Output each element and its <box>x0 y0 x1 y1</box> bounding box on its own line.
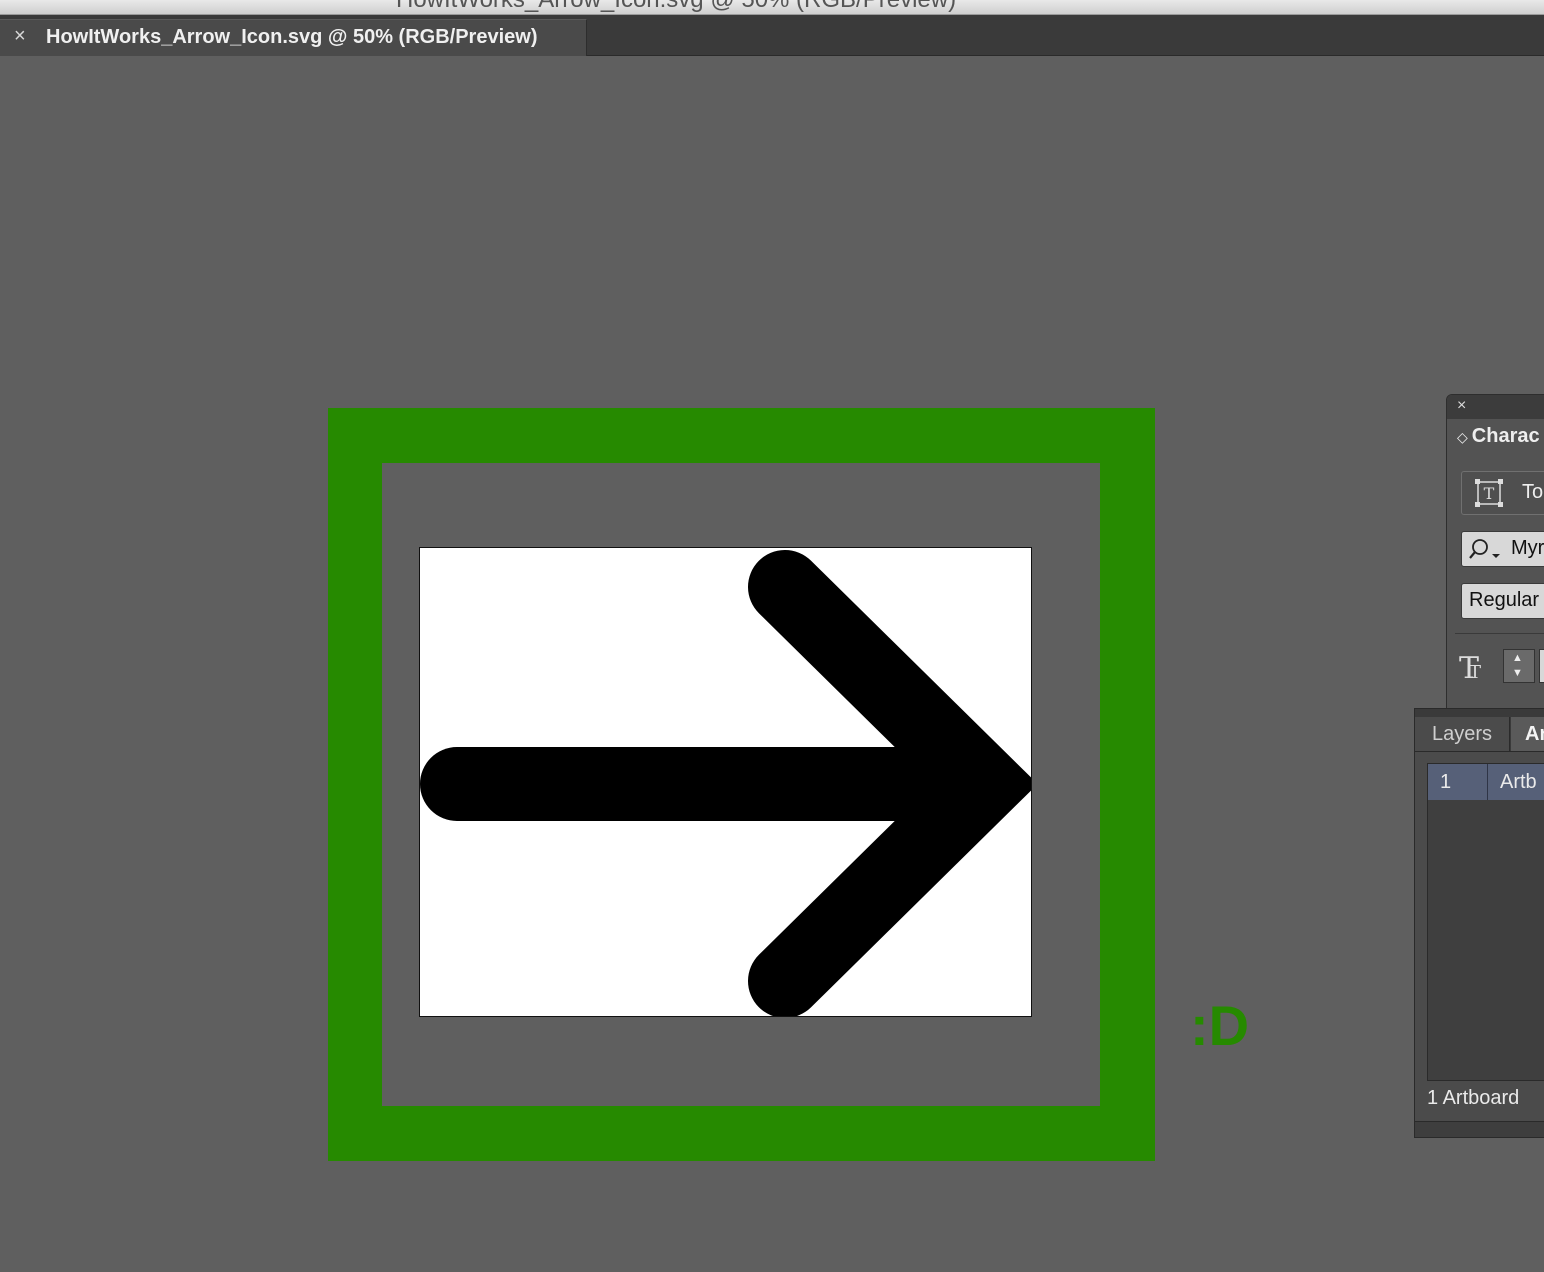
artboard-list: 1 Artb <box>1427 763 1544 1081</box>
tab-layers[interactable]: Layers <box>1415 717 1510 751</box>
touch-type-tool-button[interactable]: T To <box>1461 471 1544 515</box>
font-search-icon[interactable] <box>1468 536 1504 562</box>
collapse-chevron-icon[interactable]: ◇ <box>1457 429 1468 445</box>
smiley-text-annotation[interactable]: :D <box>1190 998 1249 1054</box>
character-panel: × ◇ Charac T To Myr Regular TT ▲ ▼ <box>1446 394 1544 712</box>
artboard[interactable] <box>419 547 1032 1017</box>
font-size-icon: TT <box>1459 651 1482 686</box>
artboard-list-row[interactable]: 1 Artb <box>1428 764 1544 800</box>
font-size-input[interactable] <box>1539 649 1544 683</box>
artboard-count-label: 1 Artboard <box>1427 1087 1520 1109</box>
window-title: HowItWorks_Arrow_Icon.svg @ 50% (RGB/Pre… <box>396 0 956 14</box>
touch-type-label: To <box>1522 481 1544 503</box>
character-panel-title[interactable]: ◇ Charac <box>1457 425 1540 448</box>
font-style-field[interactable]: Regular <box>1461 583 1544 619</box>
svg-text:T: T <box>1484 484 1495 503</box>
arrow-tip <box>960 714 1031 854</box>
window-title-bar: HowItWorks_Arrow_Icon.svg @ 50% (RGB/Pre… <box>0 0 1544 15</box>
character-panel-title-text: Charac <box>1471 425 1540 447</box>
close-tab-icon[interactable]: × <box>14 24 26 48</box>
right-arrow-icon[interactable] <box>420 548 1032 1017</box>
close-panel-icon[interactable]: × <box>1457 397 1466 415</box>
document-tab-bar: × HowItWorks_Arrow_Icon.svg @ 50% (RGB/P… <box>0 15 1544 56</box>
document-tab[interactable]: × HowItWorks_Arrow_Icon.svg @ 50% (RGB/P… <box>0 19 587 56</box>
stepper-up-icon[interactable]: ▲ <box>1512 652 1523 664</box>
touch-type-icon: T <box>1475 479 1503 507</box>
panel-tab-strip: Layers Ar <box>1415 709 1544 752</box>
stepper-down-icon[interactable]: ▼ <box>1512 667 1523 679</box>
font-family-field[interactable]: Myr <box>1461 531 1544 567</box>
panel-divider <box>1455 633 1544 634</box>
artboard-row-index: 1 <box>1428 764 1488 800</box>
font-size-stepper[interactable]: ▲ ▼ <box>1503 649 1535 683</box>
character-panel-header[interactable]: × <box>1447 395 1544 419</box>
tab-artboards[interactable]: Ar <box>1511 717 1544 751</box>
layers-artboards-panel: Layers Ar 1 Artb 1 Artboard <box>1414 708 1544 1138</box>
font-style-value: Regular <box>1469 589 1540 611</box>
font-family-value: Myr <box>1511 537 1544 559</box>
document-tab-label: HowItWorks_Arrow_Icon.svg @ 50% (RGB/Pre… <box>46 26 538 48</box>
artboard-row-name: Artb <box>1500 771 1537 793</box>
panel-footer <box>1415 1121 1544 1137</box>
